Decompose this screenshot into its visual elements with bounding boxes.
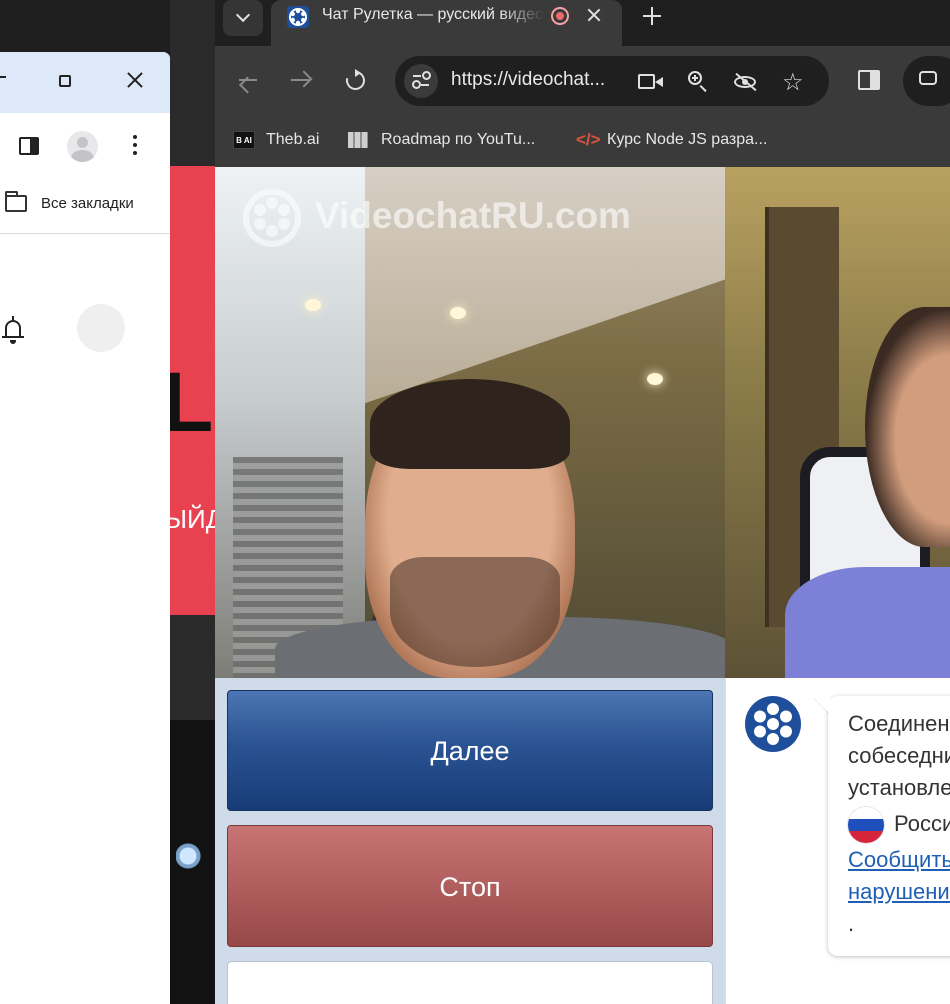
message-end: .	[848, 911, 855, 936]
extension-icon	[919, 71, 937, 85]
browser-toolbar: https://videochat... ☆	[215, 46, 950, 118]
message-line: собеседником	[848, 743, 950, 768]
tab-title: Чат Рулетка — русский видеочат	[322, 6, 544, 23]
background-graphic	[176, 816, 215, 896]
background-browser-window: Все закладки	[0, 52, 171, 1004]
folder-icon	[5, 191, 27, 212]
active-tab[interactable]: Чат Рулетка — русский видеочат	[271, 0, 622, 46]
message-line: установлено.	[848, 775, 950, 800]
message-line: Соединение с	[848, 711, 950, 736]
background-logo-text: LO	[170, 355, 215, 449]
close-icon[interactable]	[124, 68, 146, 92]
chevron-down-icon	[235, 7, 251, 23]
bookmarks-bar: B AI Theb.ai Roadmap по YouTu... </> Кур…	[215, 118, 950, 169]
side-panel-icon[interactable]	[858, 70, 880, 90]
site-info-icon[interactable]	[404, 64, 438, 98]
remote-video	[725, 167, 950, 678]
eye-off-icon[interactable]	[733, 70, 759, 94]
ceiling-lamp	[305, 299, 321, 311]
recording-icon	[551, 7, 569, 25]
tab-search-button[interactable]	[223, 0, 263, 36]
maximize-icon[interactable]	[59, 75, 71, 87]
tab-strip: Чат Рулетка — русский видеочат	[215, 0, 950, 46]
zoom-icon[interactable]	[687, 70, 713, 94]
ceiling-lamp	[450, 307, 466, 319]
country-line: Россия	[848, 804, 950, 844]
background-window-titlebar	[0, 52, 170, 113]
main-browser-window: Чат Рулетка — русский видеочат https://v…	[215, 0, 950, 1004]
extensions-button[interactable]	[903, 56, 950, 106]
videochat-logo-icon	[243, 189, 301, 247]
background-banner-text: ЫЙД	[170, 504, 215, 534]
profile-avatar[interactable]	[67, 131, 98, 162]
reload-button[interactable]	[342, 67, 369, 94]
bell-icon[interactable]	[2, 316, 24, 346]
minimize-icon[interactable]	[0, 76, 6, 78]
code-icon: </>	[576, 130, 601, 149]
local-video: VideochatRU.com	[215, 167, 725, 678]
background-bookmarks-bar: Все закладки	[0, 179, 170, 234]
report-link[interactable]: нарушении	[848, 876, 950, 908]
side-panel-icon[interactable]	[19, 137, 39, 155]
theb-ai-icon: B AI	[233, 131, 255, 149]
chat-controls: Далее Стоп	[215, 678, 725, 1004]
watermark-text: VideochatRU.com	[315, 195, 631, 236]
background-window-toolbar	[0, 113, 170, 179]
more-menu-icon[interactable]	[133, 135, 137, 159]
roadmap-icon	[348, 131, 368, 149]
back-button[interactable]	[235, 68, 259, 92]
star-icon[interactable]: ☆	[782, 70, 808, 94]
videochat-favicon-icon	[287, 6, 309, 28]
close-tab-icon[interactable]	[586, 7, 602, 23]
camera-icon[interactable]	[638, 70, 664, 94]
new-tab-button[interactable]	[643, 7, 661, 25]
ceiling-lamp	[647, 373, 663, 385]
russia-flag-icon	[848, 807, 884, 844]
country-name: Россия	[894, 811, 950, 836]
videochat-page: VideochatRU.com Далее Стоп Соединение с …	[215, 167, 950, 1004]
system-message: Соединение с собеседником установлено. Р…	[828, 696, 950, 956]
message-input[interactable]	[227, 961, 713, 1004]
avatar-placeholder[interactable]	[77, 304, 125, 352]
address-bar[interactable]: https://videochat... ☆	[395, 56, 829, 106]
videochat-logo-icon	[745, 696, 801, 752]
chat-area: Соединение с собеседником установлено. Р…	[725, 678, 950, 1004]
all-bookmarks-link[interactable]: Все закладки	[41, 195, 134, 212]
background-page-strip: LO ЫЙД	[170, 0, 215, 1004]
url-text[interactable]: https://videochat...	[451, 69, 605, 91]
stop-button[interactable]: Стоп	[227, 825, 713, 947]
report-link[interactable]: Сообщить о	[848, 844, 950, 876]
next-button[interactable]: Далее	[227, 690, 713, 811]
forward-button[interactable]	[289, 68, 313, 92]
